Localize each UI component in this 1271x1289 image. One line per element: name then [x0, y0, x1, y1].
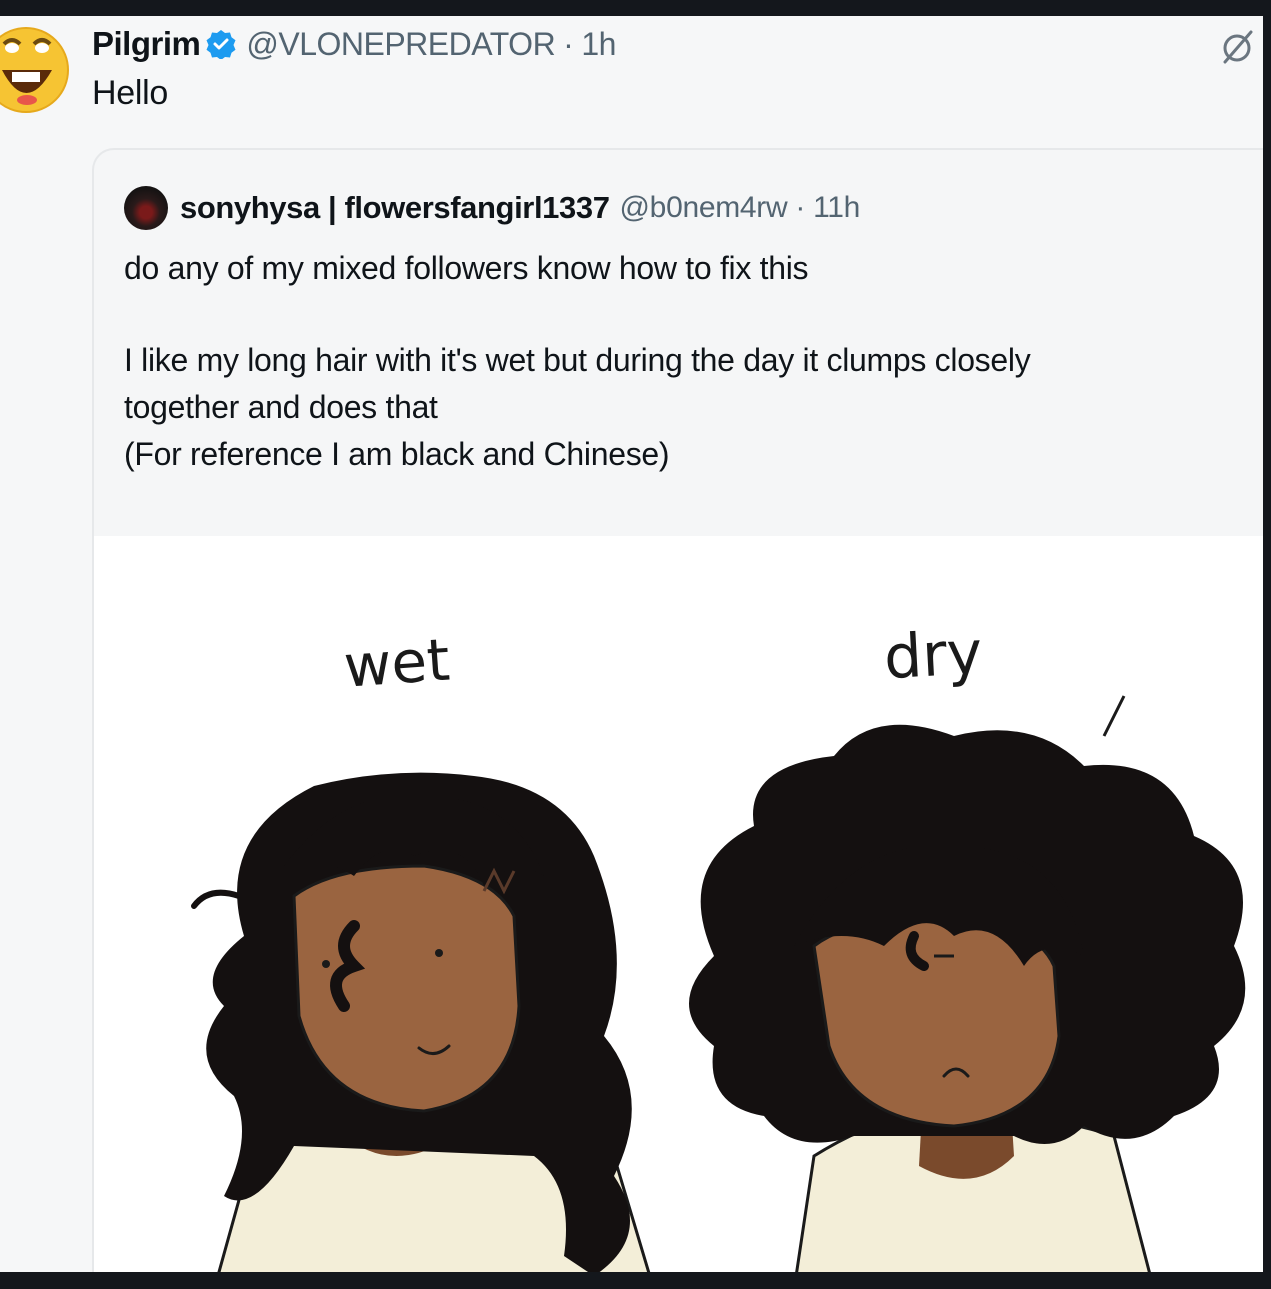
quoted-author-name[interactable]: sonyhysa | flowersfangirl1337 — [180, 190, 610, 226]
verified-badge-icon — [206, 29, 236, 60]
author-name[interactable]: Pilgrim — [92, 25, 201, 63]
quoted-text-line: together and does that — [124, 389, 438, 425]
quoted-text-line: (For reference I am black and Chinese) — [124, 436, 670, 472]
quoted-author-avatar[interactable] — [124, 186, 168, 230]
quoted-author-handle[interactable]: @b0nem4rw — [620, 191, 788, 225]
wet-hair-figure — [191, 772, 651, 1272]
quoted-text-line: I like my long hair with it's wet but du… — [124, 342, 1031, 378]
slashed-circle-icon[interactable] — [1221, 30, 1255, 64]
post-text: Hello — [92, 74, 168, 112]
hair-drawing: wet dry — [191, 618, 1246, 1272]
author-handle[interactable]: @VLONEPREDATOR — [246, 26, 555, 63]
quoted-post-time[interactable]: 11h — [813, 191, 860, 225]
post-header: Pilgrim @VLONEPREDATOR · 1h — [92, 22, 616, 66]
post-time[interactable]: 1h — [581, 26, 616, 63]
image-label-wet: wet — [342, 625, 452, 700]
screen-frame-right — [1263, 0, 1271, 1289]
screen-frame-bottom — [0, 1272, 1271, 1289]
dry-hair-figure — [689, 695, 1246, 1272]
quoted-post-image[interactable]: wet dry — [94, 536, 1263, 1272]
laughing-emoji-avatar-icon[interactable] — [0, 18, 70, 118]
image-label-dry: dry — [882, 618, 984, 693]
quoted-header-separator: · — [795, 191, 806, 224]
screen-frame-top — [0, 0, 1271, 16]
post-screen: Pilgrim @VLONEPREDATOR · 1h Hello sonyhy… — [0, 16, 1263, 1272]
quoted-text-line: do any of my mixed followers know how to… — [124, 250, 809, 286]
header-separator: · — [563, 25, 574, 62]
quoted-post-card[interactable]: sonyhysa | flowersfangirl1337 @b0nem4rw … — [92, 148, 1263, 1272]
quoted-post-header: sonyhysa | flowersfangirl1337 @b0nem4rw … — [124, 186, 860, 230]
